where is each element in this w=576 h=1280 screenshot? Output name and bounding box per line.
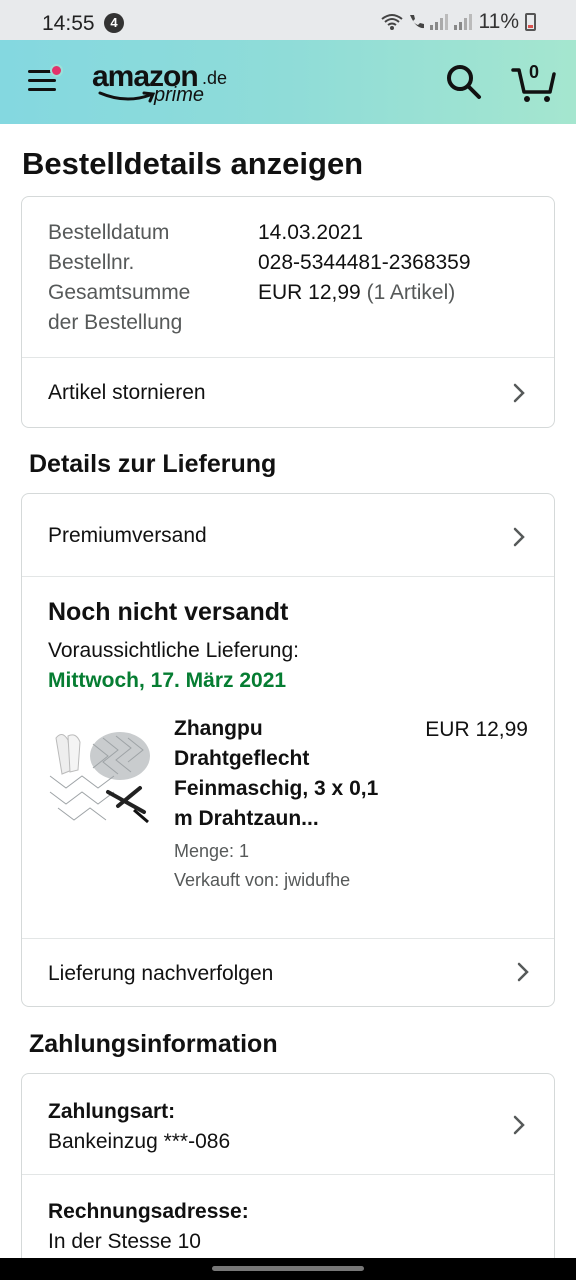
signal-icon-2 bbox=[453, 14, 472, 30]
status-time: 14:55 bbox=[42, 12, 95, 35]
hamburger-line bbox=[28, 88, 56, 91]
chevron-right-icon bbox=[513, 527, 525, 547]
status-right: 11% bbox=[380, 10, 536, 34]
chevron-right-icon bbox=[513, 1115, 525, 1135]
product-title-line: Zhangpu bbox=[174, 717, 263, 740]
logo-domain: .de bbox=[202, 68, 228, 88]
divider bbox=[22, 1174, 554, 1175]
amazon-prime-logo[interactable]: amazon .de prime bbox=[92, 60, 232, 108]
shipping-method-label: Premiumversand bbox=[48, 524, 207, 547]
product-seller: Verkauft von: jwidufhe bbox=[174, 870, 351, 890]
payment-card: Zahlungsart: Bankeinzug ***-086 Rechnung… bbox=[21, 1073, 555, 1280]
system-nav-bar bbox=[0, 1258, 576, 1280]
signal-icons bbox=[380, 13, 473, 31]
menu-notification-dot bbox=[50, 64, 63, 77]
notification-badge: 4 bbox=[104, 13, 124, 33]
shipping-method-row[interactable]: Premiumversand bbox=[22, 494, 554, 576]
header: amazon .de prime 0 bbox=[0, 40, 576, 124]
battery-icon bbox=[525, 13, 536, 31]
cancel-items-row[interactable]: Artikel stornieren bbox=[22, 358, 554, 428]
payment-method-value: Bankeinzug ***-086 bbox=[48, 1130, 231, 1153]
order-date-value: 14.03.2021 bbox=[258, 221, 364, 244]
order-total-label-2: der Bestellung bbox=[48, 311, 183, 334]
track-delivery-label: Lieferung nachverfolgen bbox=[48, 962, 274, 985]
order-total-value: EUR 12,99 (1 Artikel) bbox=[258, 281, 455, 305]
expected-delivery-label: Voraussichtliche Lieferung: bbox=[48, 639, 299, 662]
delivery-card: Premiumversand Noch nicht versandt Vorau… bbox=[21, 493, 555, 1007]
smile-arrow-icon bbox=[98, 91, 156, 103]
product-title-line: Drahtgeflecht bbox=[174, 747, 310, 770]
shipment-status: Noch nicht versandt bbox=[48, 598, 289, 626]
logo-prime: prime bbox=[154, 84, 205, 106]
call-icon bbox=[409, 15, 424, 29]
signal-icon bbox=[429, 14, 448, 30]
hamburger-line bbox=[28, 79, 56, 82]
cart-button[interactable]: 0 bbox=[510, 60, 558, 104]
product-quantity: Menge: 1 bbox=[174, 841, 250, 861]
chevron-right-icon bbox=[517, 962, 529, 982]
product-title[interactable]: Zhangpu Drahtgeflecht Feinmaschig, 3 x 0… bbox=[174, 714, 404, 834]
search-button[interactable] bbox=[444, 62, 484, 102]
cart-count: 0 bbox=[528, 62, 539, 82]
divider bbox=[22, 576, 554, 577]
order-number-label: Bestellnr. bbox=[48, 251, 135, 274]
order-number-value: 028-5344481-2368359 bbox=[258, 251, 471, 274]
battery-percent: 11% bbox=[478, 10, 519, 33]
chevron-right-icon bbox=[513, 383, 525, 403]
product-price: EUR 12,99 bbox=[425, 718, 528, 741]
wifi-icon bbox=[380, 14, 403, 30]
product-title-line: m Drahtzaun... bbox=[174, 807, 319, 830]
payment-method-row[interactable]: Zahlungsart: Bankeinzug ***-086 bbox=[22, 1074, 554, 1174]
status-bar: 14:55 4 11% bbox=[0, 0, 576, 40]
order-summary-card: Bestelldatum 14.03.2021 Bestellnr. 028-5… bbox=[21, 196, 555, 428]
product-image[interactable] bbox=[48, 726, 152, 830]
payment-method-label: Zahlungsart: bbox=[48, 1100, 176, 1123]
billing-address-label: Rechnungsadresse: bbox=[48, 1200, 249, 1223]
product-title-line: Feinmaschig, 3 x 0,1 bbox=[174, 777, 379, 800]
track-delivery-row[interactable]: Lieferung nachverfolgen bbox=[22, 939, 554, 1007]
order-total-label: Gesamtsumme bbox=[48, 281, 191, 304]
cancel-items-label: Artikel stornieren bbox=[48, 381, 206, 404]
order-date-label: Bestelldatum bbox=[48, 221, 170, 244]
search-icon bbox=[447, 65, 481, 99]
order-item-count: (1 Artikel) bbox=[366, 281, 456, 304]
billing-address-value: In der Stesse 10 bbox=[48, 1230, 201, 1253]
payment-section-title: Zahlungsinformation bbox=[29, 1030, 278, 1058]
home-gesture-handle[interactable] bbox=[212, 1266, 364, 1271]
order-total-amount: EUR 12,99 bbox=[258, 281, 361, 304]
page-title: Bestelldetails anzeigen bbox=[22, 146, 364, 181]
delivery-section-title: Details zur Lieferung bbox=[29, 450, 277, 478]
expected-delivery-date: Mittwoch, 17. März 2021 bbox=[48, 669, 287, 692]
